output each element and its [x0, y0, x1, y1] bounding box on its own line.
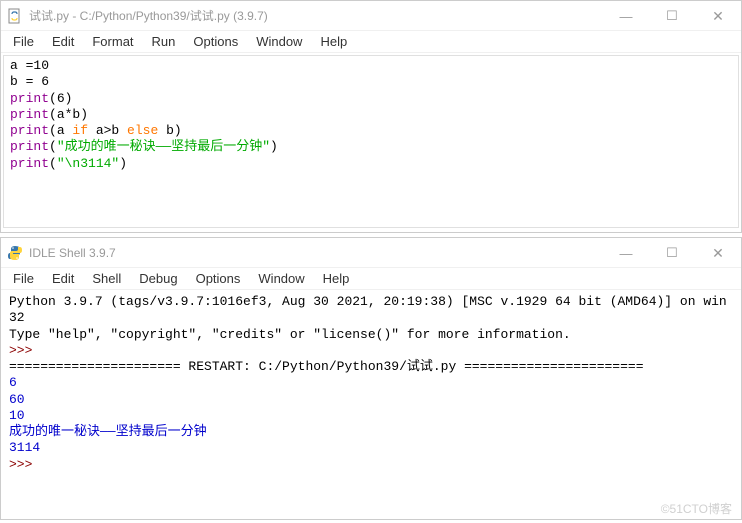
menu-file[interactable]: File [5, 269, 42, 288]
maximize-button[interactable]: ☐ [649, 1, 695, 31]
close-button[interactable]: ✕ [695, 1, 741, 31]
shell-line: >>> [9, 457, 733, 473]
close-button[interactable]: ✕ [695, 238, 741, 268]
editor-title: 试试.py - C:/Python/Python39/试试.py (3.9.7) [29, 7, 603, 24]
shell-line: Python 3.9.7 (tags/v3.9.7:1016ef3, Aug 3… [9, 294, 733, 327]
editor-titlebar[interactable]: 试试.py - C:/Python/Python39/试试.py (3.9.7)… [1, 1, 741, 31]
code-line: print("\n3114") [10, 156, 732, 172]
menu-window[interactable]: Window [250, 269, 312, 288]
menu-shell[interactable]: Shell [84, 269, 129, 288]
maximize-button[interactable]: ☐ [649, 238, 695, 268]
menu-debug[interactable]: Debug [131, 269, 185, 288]
shell-window-controls: — ☐ ✕ [603, 238, 741, 267]
code-line: print(6) [10, 91, 732, 107]
python-icon [7, 245, 23, 261]
menu-run[interactable]: Run [144, 32, 184, 51]
code-line: b = 6 [10, 74, 732, 90]
menu-file[interactable]: File [5, 32, 42, 51]
editor-menubar: FileEditFormatRunOptionsWindowHelp [1, 31, 741, 53]
shell-title: IDLE Shell 3.9.7 [29, 246, 603, 260]
shell-line: Type "help", "copyright", "credits" or "… [9, 327, 733, 343]
menu-options[interactable]: Options [188, 269, 249, 288]
shell-line: 3114 [9, 440, 733, 456]
menu-help[interactable]: Help [315, 269, 358, 288]
shell-line: ====================== RESTART: C:/Pytho… [9, 359, 733, 375]
shell-titlebar[interactable]: IDLE Shell 3.9.7 — ☐ ✕ [1, 238, 741, 268]
shell-line: >>> [9, 343, 733, 359]
code-line: print(a*b) [10, 107, 732, 123]
minimize-button[interactable]: — [603, 1, 649, 31]
menu-edit[interactable]: Edit [44, 32, 82, 51]
shell-line: 10 [9, 408, 733, 424]
menu-window[interactable]: Window [248, 32, 310, 51]
python-file-icon [7, 8, 23, 24]
editor-window-controls: — ☐ ✕ [603, 1, 741, 30]
code-line: print(a if a>b else b) [10, 123, 732, 139]
editor-code-area[interactable]: a =10b = 6print(6)print(a*b)print(a if a… [3, 55, 739, 228]
watermark: ©51CTO博客 [661, 500, 732, 517]
editor-window: 试试.py - C:/Python/Python39/试试.py (3.9.7)… [0, 0, 742, 233]
menu-edit[interactable]: Edit [44, 269, 82, 288]
shell-menubar: FileEditShellDebugOptionsWindowHelp [1, 268, 741, 290]
shell-line: 6 [9, 375, 733, 391]
minimize-button[interactable]: — [603, 238, 649, 268]
shell-line: 60 [9, 392, 733, 408]
shell-window: IDLE Shell 3.9.7 — ☐ ✕ FileEditShellDebu… [0, 237, 742, 520]
shell-output-area[interactable]: Python 3.9.7 (tags/v3.9.7:1016ef3, Aug 3… [3, 292, 739, 515]
menu-format[interactable]: Format [84, 32, 141, 51]
menu-options[interactable]: Options [185, 32, 246, 51]
shell-line: 成功的唯一秘诀——坚持最后一分钟 [9, 424, 733, 440]
code-line: print("成功的唯一秘诀——坚持最后一分钟") [10, 139, 732, 155]
code-line: a =10 [10, 58, 732, 74]
menu-help[interactable]: Help [312, 32, 355, 51]
